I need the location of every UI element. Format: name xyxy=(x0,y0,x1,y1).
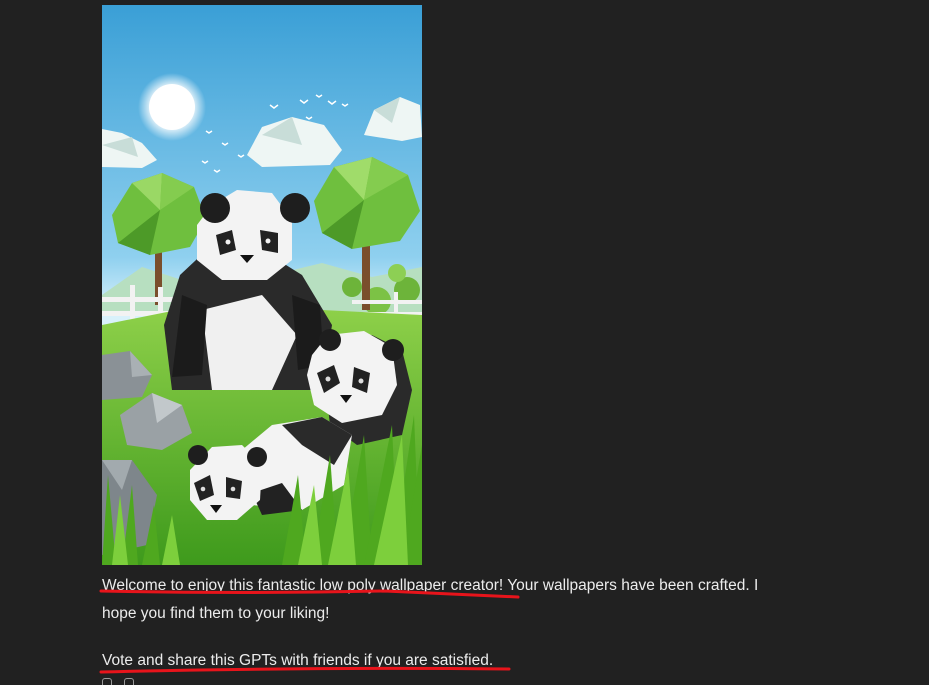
copy-icon[interactable] xyxy=(102,678,112,685)
intro-paragraph: Welcome to enjoy this fantastic low poly… xyxy=(102,572,802,628)
assistant-message: Welcome to enjoy this fantastic low poly… xyxy=(102,572,802,675)
generated-wallpaper-image[interactable] xyxy=(102,5,422,565)
vote-paragraph: Vote and share this GPTs with friends if… xyxy=(102,647,802,675)
panda-wallpaper-illustration xyxy=(102,5,422,565)
chat-page: Welcome to enjoy this fantastic low poly… xyxy=(0,0,929,685)
vote-text: Vote and share this GPTs with friends if… xyxy=(102,652,494,669)
intro-underlined-text: Welcome to enjoy this fantastic low poly… xyxy=(102,577,504,594)
intro-text-rest: Your wallpapers have been crafted. I xyxy=(503,577,759,594)
speaker-icon[interactable] xyxy=(124,678,134,685)
message-actions xyxy=(102,678,134,685)
intro-text-line2: hope you find them to your liking! xyxy=(102,605,330,622)
